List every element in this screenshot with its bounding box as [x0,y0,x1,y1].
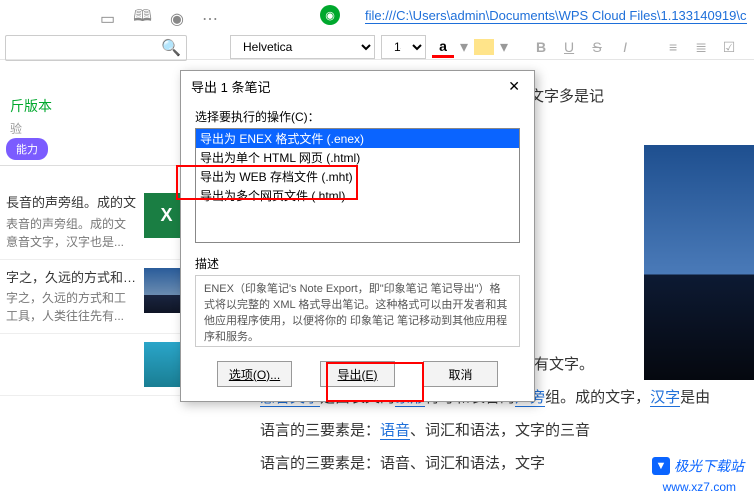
highlight-button[interactable] [474,39,494,55]
list-item[interactable]: 字之，久远的方式和工... 字之，久远的方式和工 工具，人类往往先有... [0,260,195,335]
upgrade-banner[interactable]: 斤版本 验 [0,90,135,143]
bold-button[interactable]: B [530,36,552,58]
font-family-select[interactable]: Helvetica [230,35,375,59]
format-toolbar: Helvetica 14 a ▾ ▾ B U S I ≡ ≣ ☑ [230,35,740,59]
list-bullet-button[interactable]: ≡ [662,36,684,58]
desc-text: ENEX（印象笔记's Note Export，即"印象笔记 笔记导出"）格式将… [195,275,520,347]
note-list: 長音的声旁组。成的文 表音的声旁组。成的文 意音文字，汉字也是... 字之，久远… [0,185,195,396]
check-button[interactable]: ☑ [718,36,740,58]
font-color-button[interactable]: a [432,36,454,58]
desc-label: 描述 [195,255,520,272]
list-option[interactable]: 导出为 ENEX 格式文件 (.enex) [196,129,519,148]
select-label: 选择要执行的操作(C)： [195,108,520,125]
export-dialog: 导出 1 条笔记 ✕ 选择要执行的操作(C)： 导出为 ENEX 格式文件 (.… [180,70,535,402]
export-button[interactable]: 导出(E) [320,361,395,387]
dialog-titlebar: 导出 1 条笔记 ✕ [181,71,534,102]
search-input[interactable]: 🔍 [5,35,187,61]
note-title: 字之，久远的方式和工... [6,268,138,288]
sync-icon[interactable]: ◉ [320,5,340,25]
cancel-button[interactable]: 取消 [423,361,498,387]
list-item[interactable] [0,334,195,396]
close-icon[interactable]: ✕ [504,78,524,95]
options-button[interactable]: 选项(O)... [217,361,292,387]
search-icon: 🔍 [161,38,181,58]
separator [0,165,195,166]
font-size-select[interactable]: 14 [381,35,426,59]
ability-badge[interactable]: 能力 [6,138,48,160]
list-option[interactable]: 导出为单个 HTML 网页 (.html) [196,148,519,167]
italic-button[interactable]: I [614,36,636,58]
left-panel: 🔍 斤版本 验 能力 長音的声旁组。成的文 表音的声旁组。成的文 意音文字，汉字… [0,0,195,504]
upgrade-sub: 验 [10,120,125,137]
list-num-button[interactable]: ≣ [690,36,712,58]
underline-button[interactable]: U [558,36,580,58]
file-url[interactable]: file:///C:\Users\admin\Documents\WPS Clo… [365,8,747,24]
watermark: ▼ 极光下载站 [652,456,744,476]
content-image [644,145,754,380]
watermark-icon: ▼ [652,457,670,475]
upgrade-title: 斤版本 [10,96,125,116]
more-icon[interactable]: ⋯ [202,9,218,29]
link[interactable]: 语音 [380,422,410,440]
strike-button[interactable]: S [586,36,608,58]
list-option[interactable]: 导出为多个网页文件 (.html) [196,186,519,205]
watermark-url: www.xz7.com [663,480,736,494]
list-option[interactable]: 导出为 WEB 存档文件 (.mht) [196,167,519,186]
link[interactable]: 汉字 [650,389,680,407]
dialog-title: 导出 1 条笔记 [191,77,270,96]
list-item[interactable]: 長音的声旁组。成的文 表音的声旁组。成的文 意音文字，汉字也是... [0,185,195,260]
note-title: 長音的声旁组。成的文 [6,193,138,213]
action-listbox[interactable]: 导出为 ENEX 格式文件 (.enex) 导出为单个 HTML 网页 (.ht… [195,128,520,243]
